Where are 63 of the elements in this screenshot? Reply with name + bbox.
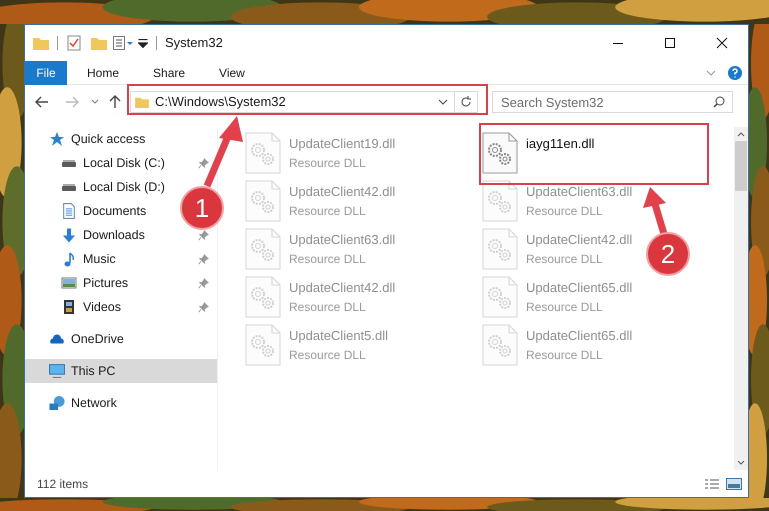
up-arrow-icon[interactable] (109, 95, 121, 109)
pin-icon[interactable] (198, 278, 209, 288)
file-gear-icon (482, 228, 518, 270)
refresh-icon[interactable] (460, 96, 472, 108)
picture-icon (61, 277, 77, 289)
scrollbar[interactable] (734, 127, 748, 470)
document-icon (63, 203, 75, 219)
nav-item[interactable]: Documents (61, 200, 146, 222)
file-tab[interactable]: File (25, 60, 67, 84)
checklist-icon[interactable] (66, 35, 82, 51)
nav-item[interactable]: Local Disk (C:) (61, 152, 165, 174)
network-icon (49, 396, 65, 410)
item-count: 112 items (37, 476, 88, 492)
properties-icon[interactable] (113, 36, 133, 50)
nav-item[interactable]: Videos (61, 296, 121, 318)
pointer-arrow (643, 187, 668, 235)
file-gear-icon (245, 180, 281, 222)
ribbon-tab[interactable]: View (205, 60, 259, 84)
cloud-icon (49, 334, 65, 344)
film-icon (64, 300, 74, 314)
chevron-down-icon[interactable] (91, 99, 99, 105)
file-item[interactable]: iayg11en.dll (482, 132, 594, 176)
close-icon (716, 37, 728, 49)
file-gear-icon (245, 132, 281, 174)
back-arrow-icon[interactable] (35, 96, 49, 108)
download-icon (62, 228, 76, 242)
file-gear-icon (482, 324, 518, 366)
nav-item[interactable]: Pictures (61, 272, 128, 294)
help-icon[interactable] (728, 66, 742, 80)
file-gear-icon (245, 276, 281, 318)
address-bar[interactable]: C:\Windows\System32 (130, 91, 478, 113)
ribbon-tab[interactable]: Share (139, 60, 200, 84)
pointer-arrow (204, 116, 243, 188)
nav-item[interactable]: Quick access (49, 128, 146, 150)
drive-icon (61, 184, 77, 190)
details-view-icon[interactable] (704, 478, 720, 490)
file-gear-icon (482, 180, 518, 222)
file-gear-icon (482, 132, 518, 174)
ribbon-tab[interactable]: Home (73, 60, 134, 84)
dropdown-icon[interactable] (138, 38, 148, 48)
large-icons-view-icon[interactable] (726, 478, 742, 490)
scroll-up-icon[interactable] (737, 132, 745, 137)
music-note-icon (64, 252, 74, 266)
pin-icon[interactable] (198, 254, 209, 264)
nav-item[interactable]: Downloads (61, 224, 145, 246)
scroll-down-icon[interactable] (737, 460, 745, 465)
window-title: System32 (165, 34, 223, 52)
file-gear-icon (245, 228, 281, 270)
nav-item[interactable]: Local Disk (D:) (61, 176, 165, 198)
pin-icon[interactable] (198, 230, 209, 240)
pin-icon[interactable] (198, 302, 209, 312)
file-gear-icon (245, 324, 281, 366)
nav-item[interactable]: OneDrive (49, 328, 124, 350)
chevron-down-icon[interactable] (438, 99, 448, 105)
pin-icon[interactable] (198, 158, 209, 168)
monitor-icon (49, 364, 65, 378)
scroll-thumb[interactable] (735, 141, 747, 191)
nav-item[interactable]: Music (61, 248, 116, 270)
folder-icon (135, 96, 149, 108)
nav-item[interactable]: Network (49, 392, 117, 414)
star-icon (49, 132, 65, 146)
file-gear-icon (482, 276, 518, 318)
drive-icon (61, 160, 77, 166)
